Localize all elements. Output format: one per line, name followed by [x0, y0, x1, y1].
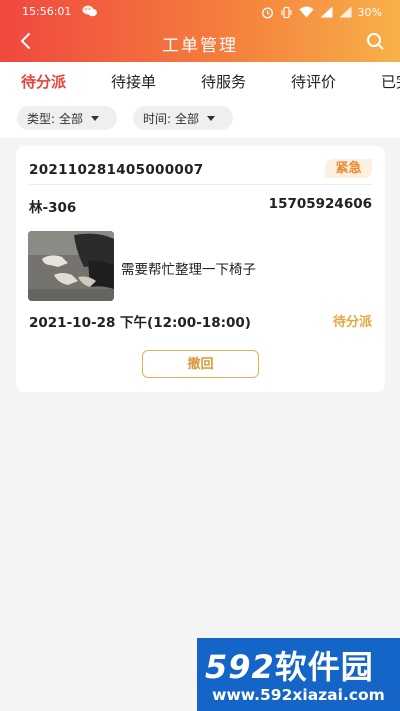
- caret-down-icon: [207, 115, 216, 121]
- status-tabs: 待分派 待接单 待服务 待评价 已完成: [0, 62, 400, 100]
- signal-icon-2: [339, 6, 352, 18]
- watermark-url: www.592xiazai.com: [212, 686, 385, 704]
- vibrate-icon: [280, 6, 293, 19]
- type-filter-label: 类型:: [27, 111, 56, 126]
- search-icon: [366, 32, 384, 54]
- order-number: 202110281405000007: [29, 162, 204, 178]
- watermark-number: 592: [205, 648, 275, 686]
- work-order-card[interactable]: 202110281405000007 紧急 林-306 15705924606 …: [16, 146, 385, 392]
- filter-bar: 类型: 全部 时间: 全部: [0, 100, 400, 138]
- alarm-icon: [261, 6, 274, 19]
- priority-badge: 紧急: [325, 159, 372, 178]
- tab-pending-service[interactable]: 待服务: [201, 71, 246, 92]
- signal-icon: [320, 6, 333, 18]
- caret-down-icon: [91, 115, 100, 121]
- search-button[interactable]: [362, 30, 388, 56]
- wechat-icon: [82, 4, 98, 18]
- tab-completed[interactable]: 已完成: [381, 71, 400, 92]
- phone-number[interactable]: 15705924606: [269, 196, 372, 212]
- tab-pending-review[interactable]: 待评价: [291, 71, 336, 92]
- wifi-icon: [299, 6, 314, 18]
- status-time: 15:56:01: [22, 5, 72, 18]
- status-icons: 30%: [261, 4, 382, 20]
- room-label: 林-306: [29, 200, 77, 216]
- type-filter-value: 全部: [59, 111, 84, 126]
- time-filter-value: 全部: [175, 111, 200, 126]
- service-datetime: 2021-10-28 下午(12:00-18:00): [29, 315, 251, 331]
- tab-pending-accept[interactable]: 待接单: [111, 71, 156, 92]
- title-bar: 工单管理: [0, 24, 400, 62]
- time-filter-dropdown[interactable]: 时间: 全部: [133, 106, 233, 130]
- type-filter-dropdown[interactable]: 类型: 全部: [17, 106, 117, 130]
- status-bar: 15:56:01 30%: [0, 0, 400, 24]
- tab-pending-dispatch[interactable]: 待分派: [21, 71, 66, 92]
- site-watermark: 592软件园 www.592xiazai.com: [197, 638, 400, 711]
- order-photo[interactable]: [28, 231, 114, 301]
- order-status: 待分派: [332, 315, 372, 330]
- card-divider: [29, 184, 372, 185]
- withdraw-button[interactable]: 撤回: [142, 350, 259, 378]
- battery-level: 30%: [357, 5, 382, 19]
- order-description: 需要帮忙整理一下椅子: [121, 262, 256, 278]
- watermark-brand: 软件园: [274, 648, 374, 686]
- page-title: 工单管理: [162, 36, 238, 56]
- time-filter-label: 时间:: [143, 111, 172, 126]
- watermark-logo: 592软件园: [205, 642, 374, 688]
- app-header: 15:56:01 30% 工单管理: [0, 0, 400, 62]
